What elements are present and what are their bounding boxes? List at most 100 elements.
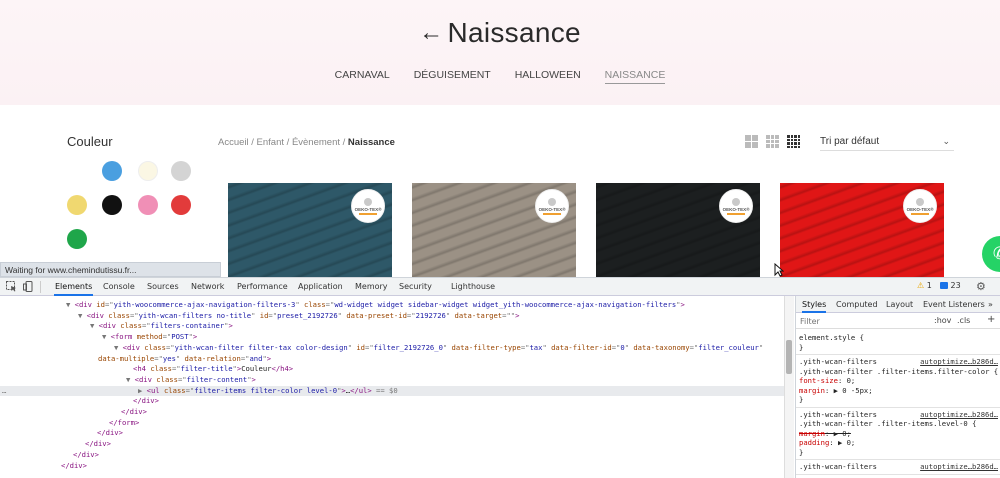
elements-dom-tree[interactable]: ▼ <div id="yith-woocommerce-ajax-navigat… <box>0 297 784 478</box>
dom-node[interactable]: </div> <box>0 428 784 439</box>
hover-state-toggle[interactable]: :hov <box>934 316 951 325</box>
node-menu-dots[interactable]: … <box>2 386 6 397</box>
dom-node[interactable]: </div> <box>0 439 784 450</box>
dom-node[interactable]: </form> <box>0 418 784 429</box>
breadcrumb-link[interactable]: Enfant <box>257 137 284 148</box>
breadcrumb-link[interactable]: Accueil <box>218 137 249 148</box>
dom-node[interactable]: ▼ <div class="yith-wcan-filters no-title… <box>0 311 784 322</box>
product-card[interactable]: OEKO-TEX® <box>412 183 576 278</box>
product-card[interactable]: OEKO-TEX® <box>596 183 760 278</box>
color-swatch-gris[interactable] <box>171 161 191 181</box>
grid-3-view-icon[interactable] <box>766 135 779 148</box>
sort-select[interactable]: Tri par défaut ⌄ <box>820 133 954 151</box>
issues-badge[interactable]: 23 <box>940 281 961 290</box>
dom-node[interactable]: ▼ <div id="yith-woocommerce-ajax-navigat… <box>0 300 784 311</box>
attr-equals: =" <box>689 342 699 352</box>
style-source-link[interactable]: autoptimize…b286d… <box>920 410 998 420</box>
class-toggle[interactable]: .cls <box>957 316 970 325</box>
tab-performance[interactable]: Performance <box>236 278 289 296</box>
css-value: : ▶ 0; <box>824 428 851 438</box>
expand-arrow-icon[interactable]: ▼ <box>102 332 111 341</box>
elements-scrollbar[interactable] <box>784 296 794 478</box>
attr-quote: " <box>758 342 764 352</box>
style-rule[interactable]: .yith-wcan-filters autoptimize…b286d… <box>796 460 1000 475</box>
tab-application[interactable]: Application <box>297 278 344 296</box>
styles-tab-more[interactable]: » <box>988 296 993 313</box>
style-rule[interactable]: element.style {} <box>796 331 1000 355</box>
dom-node[interactable]: </div> <box>0 396 784 407</box>
color-swatch-bleu[interactable] <box>102 161 122 181</box>
style-rule-line: element.style { <box>799 333 864 342</box>
style-rule[interactable]: .yith-wcan-filters .yith-wcan-filter .fil… <box>796 355 1000 408</box>
tab-network[interactable]: Network <box>190 278 225 296</box>
category-link[interactable]: CARNAVAL <box>335 69 390 81</box>
oeko-tex-logo-icon <box>548 197 556 206</box>
expand-arrow-icon[interactable]: ▼ <box>66 300 75 309</box>
color-swatch-rose[interactable] <box>138 195 158 215</box>
dom-node[interactable]: ▼ <div class="filters-container"> <box>0 321 784 332</box>
expand-arrow-icon[interactable]: ▼ <box>114 343 123 352</box>
category-link[interactable]: HALLOWEEN <box>515 69 581 81</box>
expand-arrow-icon[interactable]: ▼ <box>78 311 87 320</box>
style-source-link[interactable]: autoptimize…b286d… <box>920 462 998 472</box>
tab-memory[interactable]: Memory <box>354 278 389 296</box>
style-rule-line: .yith-wcan-filter .filter-items.level-0 … <box>799 419 977 428</box>
warnings-badge[interactable]: ⚠ 1 <box>917 281 932 290</box>
product-card[interactable]: OEKO-TEX® <box>780 183 944 278</box>
device-toolbar-icon[interactable] <box>22 281 34 293</box>
category-link[interactable]: DÉGUISEMENT <box>414 69 491 81</box>
color-swatch-noir[interactable] <box>102 195 122 215</box>
styles-filter-input[interactable] <box>800 315 928 327</box>
inspect-element-icon[interactable] <box>5 281 17 293</box>
dom-node[interactable]: <h4 class="filter-title">Couleur</h4> <box>0 364 784 375</box>
grid-2-view-icon[interactable] <box>745 135 758 148</box>
whatsapp-icon[interactable]: ✆ <box>982 236 1000 272</box>
tag-end: </form> <box>109 417 140 427</box>
dom-node[interactable]: ▼ <div class="filter-content"> <box>0 375 784 386</box>
color-swatch-jaune[interactable] <box>67 195 87 215</box>
expand-arrow-icon[interactable]: ▶ <box>138 386 147 395</box>
dom-node[interactable]: </div> <box>0 407 784 418</box>
styles-tab-computed[interactable]: Computed <box>836 296 878 313</box>
dom-node[interactable]: ▼ <div class="yith-wcan-filter filter-ta… <box>0 343 784 354</box>
color-swatch-beige[interactable] <box>138 161 158 181</box>
style-rule-line: font-size: 0; <box>799 376 855 386</box>
attr-value: POST <box>171 332 189 342</box>
tag-open: <div <box>134 374 157 384</box>
tab-sources[interactable]: Sources <box>146 278 180 296</box>
tab-security[interactable]: Security <box>398 278 433 296</box>
dom-node[interactable]: data-multiple="yes" data-relation="and"> <box>0 354 784 365</box>
attr-value: filter_couleur <box>698 342 759 352</box>
tag-open: <h4 <box>133 364 151 374</box>
attr-value: filters-container <box>150 321 225 331</box>
settings-gear-icon[interactable]: ⚙ <box>976 280 986 293</box>
elements-scrollbar-thumb[interactable] <box>786 340 792 374</box>
tab-console[interactable]: Console <box>102 278 136 296</box>
dom-node[interactable]: ▼ <form method="POST"> <box>0 332 784 343</box>
color-swatch-rouge[interactable] <box>171 195 191 215</box>
product-card[interactable]: OEKO-TEX® <box>228 183 392 278</box>
tab-elements[interactable]: Elements <box>54 278 94 296</box>
dom-node[interactable]: </div> <box>0 450 784 461</box>
style-source-link[interactable]: autoptimize…b286d… <box>920 357 998 367</box>
style-rule[interactable]: .yith-wcan-filters .yith-wcan-filter .fil… <box>796 408 1000 460</box>
new-rule-plus-icon[interactable]: + <box>987 314 995 325</box>
back-arrow-icon[interactable]: ← <box>419 19 443 46</box>
tab-lighthouse[interactable]: Lighthouse <box>450 278 496 296</box>
dom-node-selected[interactable]: … ▶ <ul class="filter-items filter-color … <box>0 385 784 397</box>
styles-tab-styles[interactable]: Styles <box>802 296 827 313</box>
expand-arrow-icon[interactable]: ▼ <box>90 321 99 330</box>
dom-node[interactable]: </div> <box>0 461 784 472</box>
styles-tab-layout[interactable]: Layout <box>886 296 913 313</box>
oeko-tex-badge: OEKO-TEX® <box>719 189 753 223</box>
color-swatch-vert[interactable] <box>67 229 87 249</box>
css-value: : ▶ 0; <box>829 438 856 447</box>
page-title: ← Naissance <box>0 17 1000 49</box>
styles-tab-event-listeners[interactable]: Event Listeners <box>923 296 985 313</box>
grid-4-view-icon[interactable] <box>787 135 800 148</box>
attr-name: data-filter-type <box>447 342 521 352</box>
expand-arrow-icon[interactable]: ▼ <box>126 375 135 384</box>
breadcrumb-link[interactable]: Évènement <box>292 137 340 148</box>
category-link[interactable]: NAISSANCE <box>604 69 666 84</box>
node-text: Couleur <box>241 364 272 374</box>
